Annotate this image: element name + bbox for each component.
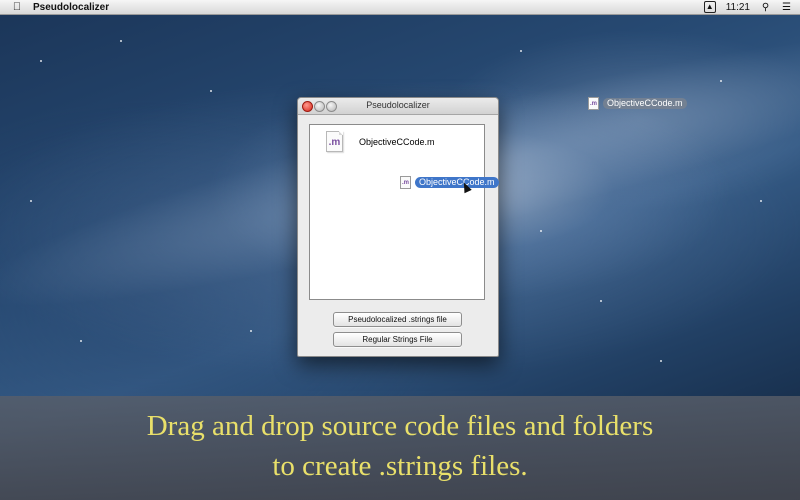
dragged-file-icon: .m	[400, 176, 411, 189]
notification-center-icon[interactable]: ☰	[781, 2, 792, 13]
star	[520, 50, 522, 52]
star	[40, 60, 42, 62]
star	[80, 340, 82, 342]
caption-banner: Drag and drop source code files and fold…	[0, 396, 800, 500]
star	[540, 230, 542, 232]
star	[250, 330, 252, 332]
display-mirroring-icon[interactable]: ▲	[703, 1, 716, 13]
spotlight-icon[interactable]: ⚲	[760, 2, 771, 13]
star	[120, 40, 122, 42]
star	[600, 300, 602, 302]
star	[660, 360, 662, 362]
dragged-file-label: ObjectiveCCode.m	[415, 177, 499, 188]
window-titlebar[interactable]: Pseudolocalizer	[298, 98, 498, 115]
file-list-item[interactable]: .m ObjectiveCCode.m	[326, 131, 435, 152]
dragged-file[interactable]: .m ObjectiveCCode.m	[400, 176, 499, 189]
caption-line-2: to create .strings files.	[272, 450, 528, 482]
menu-clock[interactable]: 11:21	[726, 2, 750, 13]
star	[720, 80, 722, 82]
star	[30, 200, 32, 202]
file-name-label: ObjectiveCCode.m	[359, 136, 435, 147]
star	[760, 200, 762, 202]
menu-bar:  Pseudolocalizer ▲ 11:21 ⚲ ☰	[0, 0, 800, 15]
app-menu-name[interactable]: Pseudolocalizer	[33, 2, 109, 13]
source-file-icon: .m	[326, 131, 343, 152]
window-title: Pseudolocalizer	[366, 100, 430, 110]
star	[210, 90, 212, 92]
menu-extras: ▲ 11:21 ⚲ ☰	[703, 1, 800, 13]
desktop-file-label: ObjectiveCCode.m	[603, 98, 687, 109]
caption-line-1: Drag and drop source code files and fold…	[146, 410, 654, 442]
file-drop-area[interactable]: .m ObjectiveCCode.m .m ObjectiveCCode.m	[309, 124, 499, 300]
desktop-file[interactable]: .m ObjectiveCCode.m	[588, 97, 687, 110]
pseudolocalized-strings-button[interactable]: Pseudolocalized .strings file	[333, 312, 462, 327]
regular-strings-button[interactable]: Regular Strings File	[333, 332, 462, 347]
apple-icon[interactable]: 	[11, 1, 23, 13]
pseudolocalizer-window: Pseudolocalizer .m ObjectiveCCode.m .m O…	[297, 97, 499, 357]
file-icon: .m	[588, 97, 599, 110]
